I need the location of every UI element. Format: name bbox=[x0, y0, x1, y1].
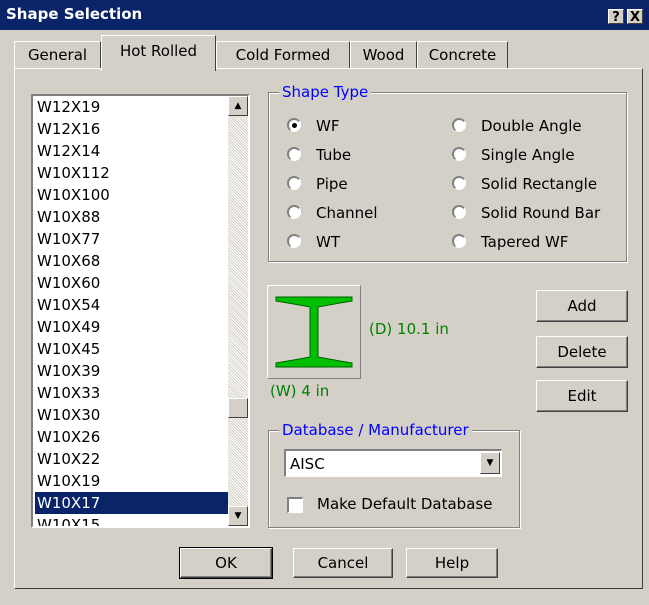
list-item[interactable]: W10X22 bbox=[35, 448, 228, 470]
add-button[interactable]: Add bbox=[536, 290, 628, 322]
list-item-selected[interactable]: W10X17 bbox=[35, 492, 228, 514]
radio-button[interactable] bbox=[452, 118, 466, 132]
radio-label: WT bbox=[316, 233, 340, 251]
list-item[interactable]: W10X54 bbox=[35, 294, 228, 316]
radio-dot bbox=[292, 123, 297, 128]
radio-button[interactable] bbox=[452, 205, 466, 219]
list-item[interactable]: W10X45 bbox=[35, 338, 228, 360]
radio-button[interactable] bbox=[452, 176, 466, 190]
title-bar[interactable]: Shape Selection ? X bbox=[0, 0, 649, 30]
list-item[interactable]: W10X68 bbox=[35, 250, 228, 272]
radio-label: Pipe bbox=[316, 175, 348, 193]
radio-label: Tube bbox=[316, 146, 352, 164]
shape-preview bbox=[267, 285, 361, 379]
close-icon[interactable]: X bbox=[627, 9, 643, 25]
list-item[interactable]: W10X49 bbox=[35, 316, 228, 338]
shape-type-group: Shape Type WF Tube Pipe Channel WT Doubl… bbox=[268, 82, 627, 262]
list-item[interactable]: W10X15 bbox=[35, 514, 228, 526]
help-button[interactable]: Help bbox=[406, 548, 498, 578]
make-default-label: Make Default Database bbox=[317, 495, 493, 513]
list-item[interactable]: W12X16 bbox=[35, 118, 228, 140]
database-value: AISC bbox=[290, 455, 325, 473]
tab-hot-rolled[interactable]: Hot Rolled bbox=[101, 35, 216, 71]
chevron-down-icon: ▼ bbox=[486, 458, 494, 468]
list-item[interactable]: W10X39 bbox=[35, 360, 228, 382]
triangle-up-icon: ▲ bbox=[234, 101, 242, 111]
list-item[interactable]: W10X33 bbox=[35, 382, 228, 404]
radio-button[interactable] bbox=[452, 234, 466, 248]
list-item[interactable]: W10X88 bbox=[35, 206, 228, 228]
list-item[interactable]: W10X77 bbox=[35, 228, 228, 250]
list-scrollbar[interactable]: ▲ ▼ bbox=[228, 96, 248, 526]
triangle-down-icon: ▼ bbox=[234, 511, 242, 521]
list-item[interactable]: W10X26 bbox=[35, 426, 228, 448]
radio-button[interactable] bbox=[287, 176, 301, 190]
database-legend: Database / Manufacturer bbox=[279, 420, 472, 440]
width-label: (W) 4 in bbox=[270, 382, 330, 400]
radio-button[interactable] bbox=[287, 118, 301, 132]
dropdown-button[interactable]: ▼ bbox=[480, 452, 500, 474]
list-item[interactable]: W12X19 bbox=[35, 96, 228, 118]
radio-label: Solid Round Bar bbox=[481, 204, 601, 222]
radio-label: Solid Rectangle bbox=[481, 175, 598, 193]
scroll-up-button[interactable]: ▲ bbox=[228, 96, 248, 116]
database-group: Database / Manufacturer bbox=[268, 420, 520, 528]
shape-list[interactable]: W12X19 W12X16 W12X14 W10X112 W10X100 W10… bbox=[31, 94, 250, 528]
list-item[interactable]: W10X19 bbox=[35, 470, 228, 492]
depth-label: (D) 10.1 in bbox=[369, 320, 449, 338]
list-item[interactable]: W12X14 bbox=[35, 140, 228, 162]
radio-label: Tapered WF bbox=[481, 233, 569, 251]
edit-button[interactable]: Edit bbox=[536, 380, 628, 412]
scroll-thumb[interactable] bbox=[228, 398, 248, 418]
radio-button[interactable] bbox=[452, 147, 466, 161]
help-icon[interactable]: ? bbox=[608, 9, 624, 25]
tab-concrete[interactable]: Concrete bbox=[417, 41, 508, 69]
database-select[interactable]: AISC ▼ bbox=[284, 449, 502, 477]
list-item[interactable]: W10X60 bbox=[35, 272, 228, 294]
window-title: Shape Selection bbox=[6, 5, 143, 23]
list-item[interactable]: W10X112 bbox=[35, 162, 228, 184]
radio-label: Channel bbox=[316, 204, 378, 222]
delete-button[interactable]: Delete bbox=[536, 336, 628, 368]
scroll-down-button[interactable]: ▼ bbox=[228, 506, 248, 526]
list-item[interactable]: W10X30 bbox=[35, 404, 228, 426]
radio-label: Double Angle bbox=[481, 117, 582, 135]
radio-button[interactable] bbox=[287, 205, 301, 219]
shape-selection-dialog: Shape Selection ? X General Hot Rolled C… bbox=[0, 0, 649, 605]
wf-section-icon bbox=[275, 296, 353, 368]
ok-button[interactable]: OK bbox=[179, 547, 273, 579]
tab-general[interactable]: General bbox=[14, 41, 101, 69]
radio-button[interactable] bbox=[287, 234, 301, 248]
shape-type-legend: Shape Type bbox=[279, 82, 372, 102]
tab-cold-formed[interactable]: Cold Formed bbox=[216, 41, 350, 69]
tab-wood[interactable]: Wood bbox=[350, 41, 417, 69]
make-default-checkbox[interactable] bbox=[287, 497, 303, 513]
radio-label: WF bbox=[316, 117, 340, 135]
cancel-button[interactable]: Cancel bbox=[293, 548, 393, 578]
list-item[interactable]: W10X100 bbox=[35, 184, 228, 206]
radio-label: Single Angle bbox=[481, 146, 575, 164]
radio-button[interactable] bbox=[287, 147, 301, 161]
